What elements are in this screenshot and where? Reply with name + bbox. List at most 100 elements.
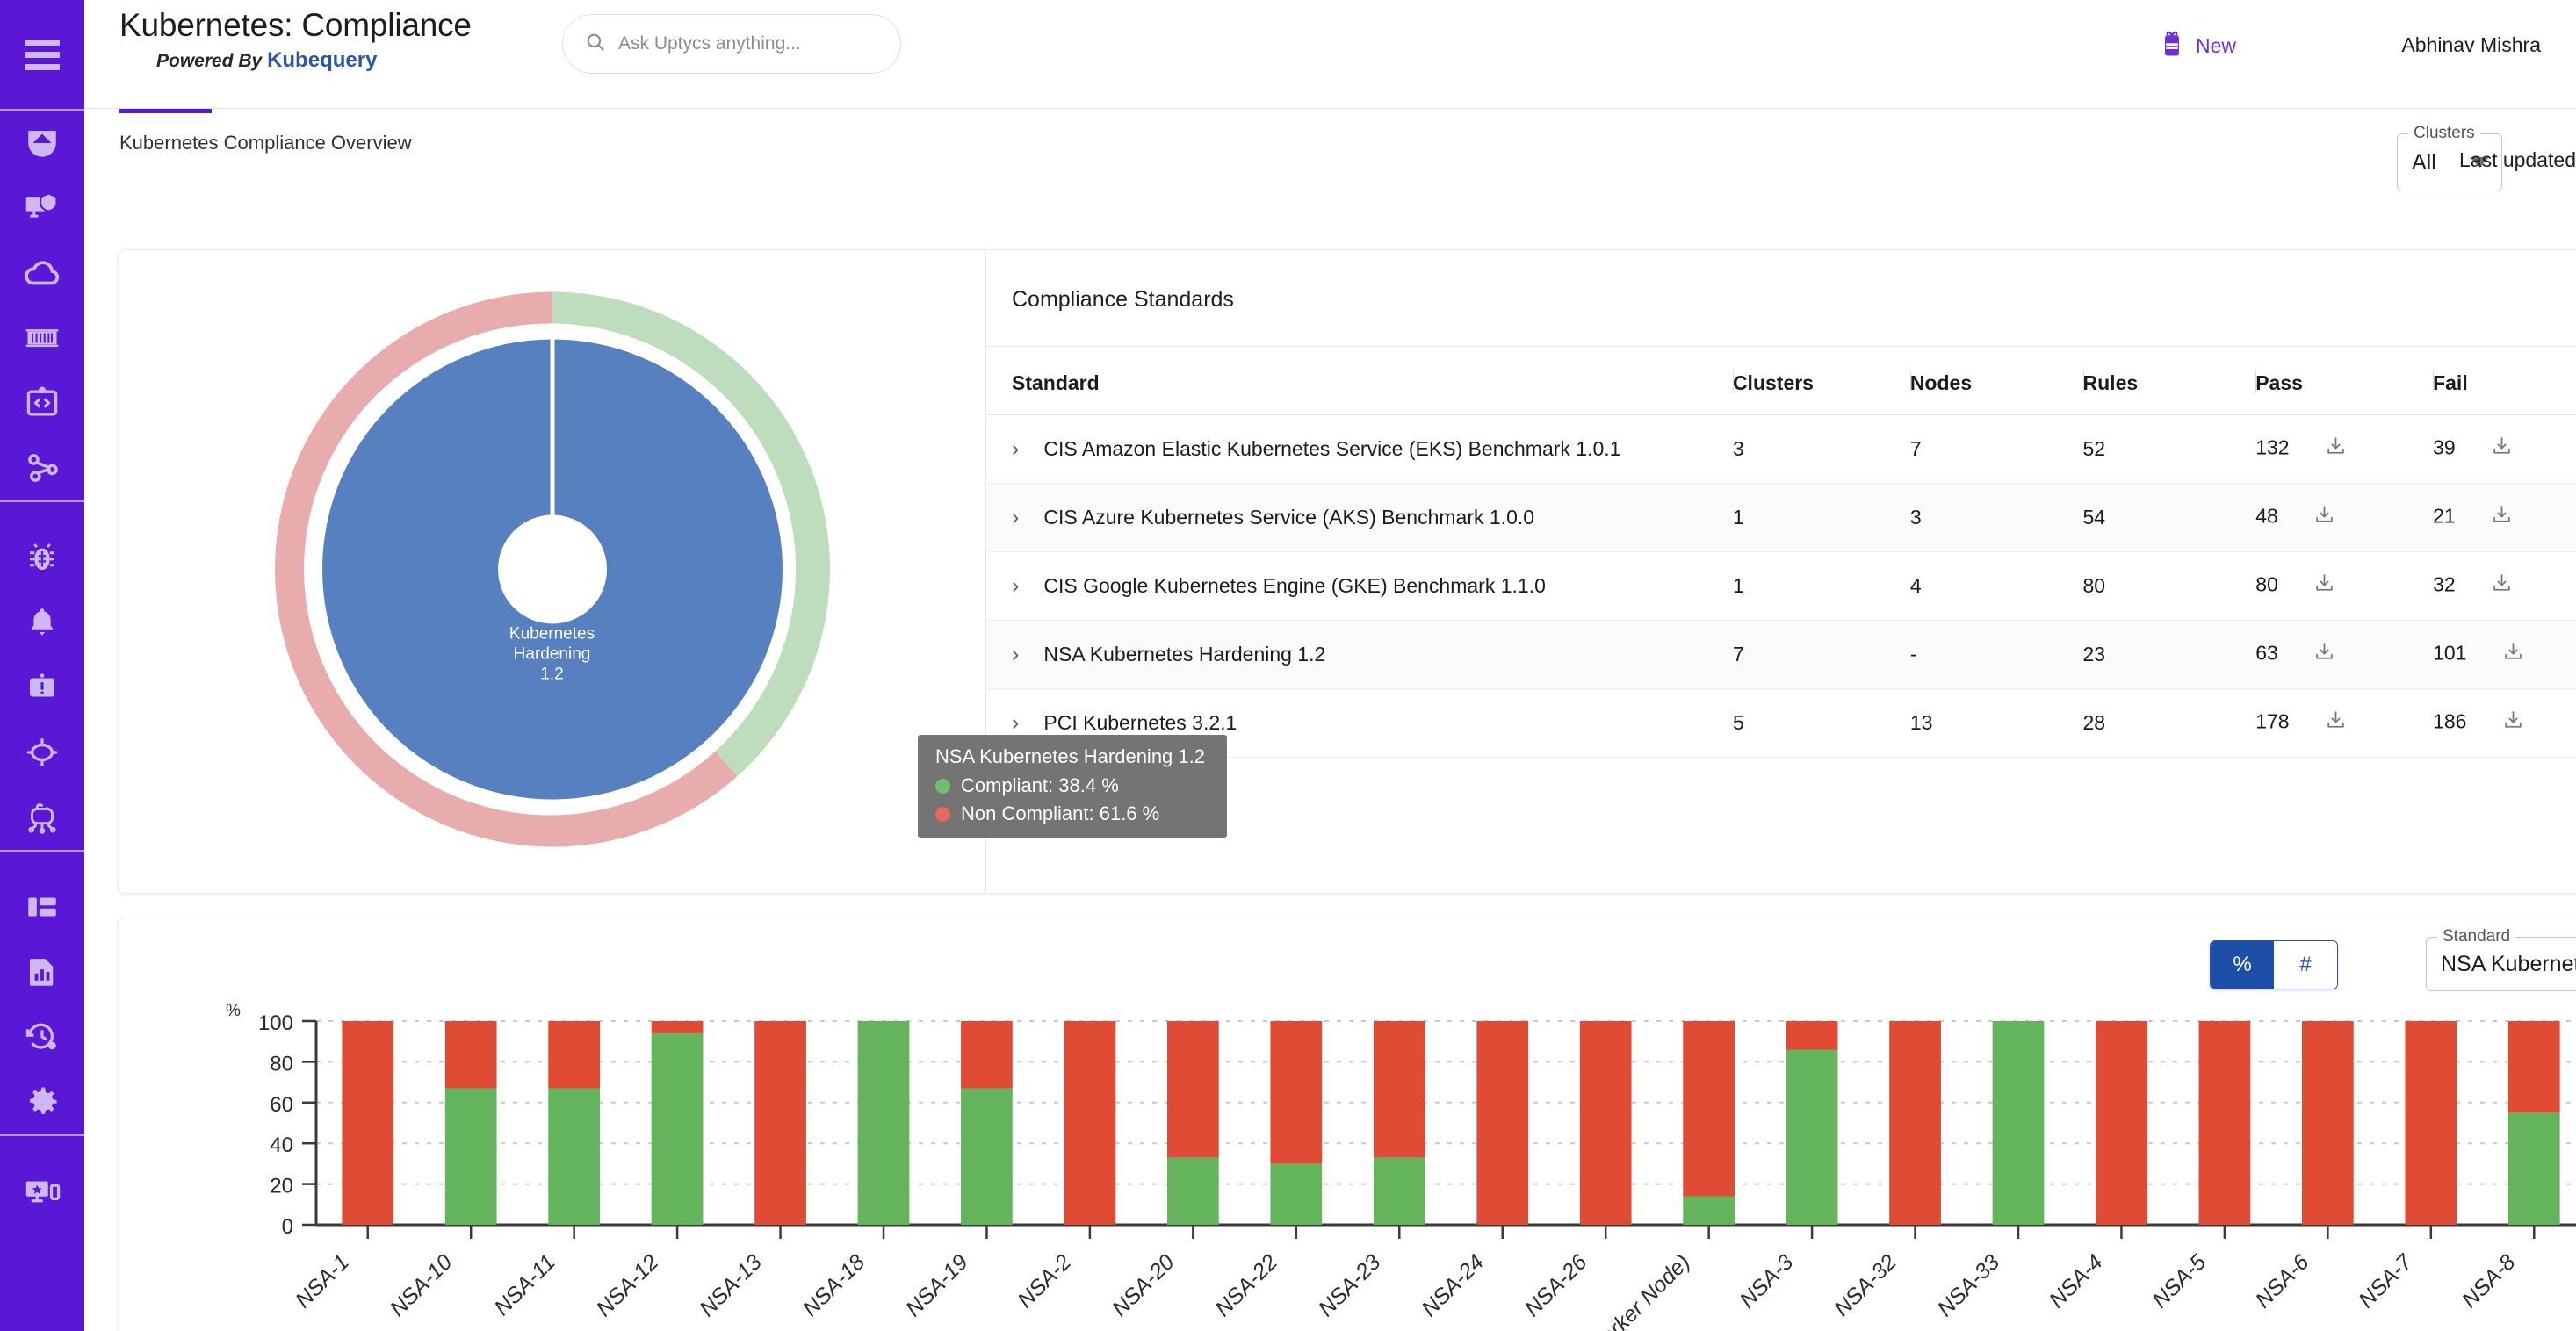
bar-segment-compliant[interactable] — [444, 1088, 497, 1225]
sidebar-item-settings[interactable] — [0, 1069, 84, 1134]
standard-filter[interactable]: Standard NSA Kubernetes Hardening 1.2 — [2426, 927, 2576, 991]
column-header-nodes[interactable]: Nodes — [1909, 347, 2083, 415]
bar-segment-non-compliant[interactable] — [1889, 1021, 1941, 1225]
sidebar-item-threats[interactable] — [0, 525, 84, 590]
download-icon[interactable] — [2313, 504, 2335, 531]
toggle-percent-button[interactable]: % — [2211, 941, 2274, 989]
chevron-right-icon[interactable]: › — [1012, 710, 1038, 736]
bar-segment-compliant[interactable] — [548, 1088, 600, 1225]
download-icon[interactable] — [2491, 504, 2513, 531]
sidebar-item-assets[interactable] — [0, 1159, 84, 1224]
sidebar-item-incidents[interactable] — [0, 655, 84, 720]
column-header-fail[interactable]: Fail — [2433, 347, 2576, 415]
sidebar-item-containers[interactable] — [0, 306, 84, 371]
bar-segment-compliant[interactable] — [1683, 1196, 1735, 1225]
sidebar-item-intelligence[interactable] — [0, 785, 84, 850]
bar-segment-non-compliant[interactable] — [1270, 1021, 1323, 1164]
sidebar-item-topology[interactable] — [0, 435, 84, 500]
sidebar-item-cloud[interactable] — [0, 241, 84, 306]
download-icon[interactable] — [2502, 709, 2524, 737]
cell-rules[interactable]: 52 — [2082, 414, 2256, 484]
bar-segment-compliant[interactable] — [857, 1021, 910, 1225]
new-button[interactable]: New — [2159, 30, 2236, 62]
bar-segment-non-compliant[interactable] — [444, 1021, 497, 1089]
tooltip-compliant-label: Compliant: 38.4 % — [961, 774, 1119, 796]
sidebar-item-reports[interactable] — [0, 939, 84, 1004]
bar-segment-non-compliant[interactable] — [1476, 1021, 1529, 1225]
bar-segment-compliant[interactable] — [961, 1088, 1013, 1225]
cell-nodes[interactable]: 4 — [1909, 551, 2083, 621]
table-row[interactable]: › NSA Kubernetes Hardening 1.2 7 - 23 63 — [987, 620, 2576, 689]
tab-kubernetes-compliance-overview[interactable]: Kubernetes Compliance Overview — [119, 109, 412, 155]
table-row[interactable]: › CIS Google Kubernetes Engine (GKE) Ben… — [987, 551, 2576, 621]
cell-nodes[interactable]: 7 — [1909, 414, 2083, 484]
chevron-right-icon[interactable]: › — [1012, 436, 1038, 462]
bar-segment-non-compliant[interactable] — [1064, 1021, 1116, 1225]
cell-rules[interactable]: 28 — [2082, 688, 2256, 758]
sidebar-item-dashboards[interactable] — [0, 874, 84, 939]
chevron-right-icon[interactable]: › — [1012, 505, 1038, 530]
bar-segment-compliant[interactable] — [1270, 1163, 1323, 1225]
cell-rules[interactable]: 80 — [2082, 551, 2256, 621]
bar-segment-compliant[interactable] — [1786, 1049, 1838, 1225]
column-header-clusters[interactable]: Clusters — [1732, 347, 1910, 415]
bar-segment-non-compliant[interactable] — [1167, 1021, 1219, 1158]
download-icon[interactable] — [2491, 572, 2513, 600]
bar-segment-non-compliant[interactable] — [2405, 1021, 2457, 1225]
bar-segment-compliant[interactable] — [1992, 1021, 2045, 1225]
download-icon[interactable] — [2502, 641, 2524, 668]
chevron-right-icon[interactable]: › — [1012, 642, 1038, 667]
download-icon[interactable] — [2325, 709, 2347, 737]
percent-count-toggle[interactable]: % # — [2210, 940, 2338, 989]
sidebar-item-code[interactable] — [0, 371, 84, 435]
cell-nodes[interactable]: 3 — [1909, 483, 2083, 552]
bar-segment-non-compliant[interactable] — [1786, 1021, 1838, 1050]
sidebar-item-endpoints[interactable] — [0, 176, 84, 241]
table-row[interactable]: › CIS Azure Kubernetes Service (AKS) Ben… — [987, 483, 2576, 552]
bar-segment-compliant[interactable] — [651, 1032, 704, 1225]
bar-segment-non-compliant[interactable] — [2198, 1021, 2251, 1225]
x-axis-tick-label: NSA-19 — [901, 1249, 973, 1321]
donut-svg — [274, 291, 830, 847]
bar-segment-non-compliant[interactable] — [342, 1021, 394, 1225]
download-icon[interactable] — [2325, 435, 2347, 463]
standard-select[interactable]: Standard NSA Kubernetes Hardening 1.2 — [2426, 927, 2576, 991]
cell-nodes[interactable]: 13 — [1909, 688, 2083, 758]
toggle-count-button[interactable]: # — [2274, 941, 2337, 989]
sidebar-item-protect[interactable] — [0, 111, 84, 176]
bar-segment-non-compliant[interactable] — [1579, 1021, 1632, 1225]
bar-segment-non-compliant[interactable] — [1683, 1021, 1735, 1197]
rail-group-admin — [0, 874, 84, 1134]
global-search-box[interactable] — [562, 14, 901, 74]
table-row[interactable]: › CIS Amazon Elastic Kubernetes Service … — [987, 414, 2576, 484]
bar-segment-non-compliant[interactable] — [548, 1021, 600, 1089]
bar-segment-compliant[interactable] — [1373, 1157, 1425, 1225]
bar-segment-non-compliant[interactable] — [754, 1021, 806, 1225]
bar-segment-non-compliant[interactable] — [2507, 1021, 2560, 1113]
bar-segment-non-compliant[interactable] — [961, 1021, 1013, 1089]
download-icon[interactable] — [2313, 641, 2335, 668]
chevron-right-icon[interactable]: › — [1012, 573, 1038, 599]
bar-segment-non-compliant[interactable] — [651, 1021, 704, 1033]
bar-segment-non-compliant[interactable] — [2302, 1021, 2354, 1225]
bar-segment-compliant[interactable] — [1167, 1157, 1219, 1225]
search-input[interactable] — [618, 33, 879, 54]
compliance-donut-chart[interactable]: NSA Kubernetes Hardening 1.2 — [254, 271, 851, 873]
sidebar-item-automation[interactable] — [0, 1004, 84, 1069]
column-header-standard[interactable]: Standard — [987, 347, 1733, 415]
user-name-label[interactable]: Abhinav Mishra — [2401, 33, 2541, 57]
x-axis-tick-label: NSA-18 — [798, 1249, 870, 1321]
bar-segment-non-compliant[interactable] — [1373, 1021, 1425, 1158]
hamburger-menu-icon — [25, 39, 60, 70]
cell-rules[interactable]: 23 — [2082, 620, 2256, 689]
column-header-rules[interactable]: Rules — [2082, 347, 2256, 415]
sidebar-item-alerts[interactable] — [0, 590, 84, 655]
download-icon[interactable] — [2491, 435, 2513, 463]
bar-segment-compliant[interactable] — [2507, 1112, 2560, 1225]
bar-segment-non-compliant[interactable] — [2096, 1021, 2147, 1225]
download-icon[interactable] — [2313, 572, 2335, 600]
hamburger-menu-button[interactable] — [0, 0, 84, 109]
column-header-pass[interactable]: Pass — [2255, 347, 2434, 415]
sidebar-item-detections[interactable] — [0, 720, 84, 785]
cell-rules[interactable]: 54 — [2082, 483, 2256, 552]
